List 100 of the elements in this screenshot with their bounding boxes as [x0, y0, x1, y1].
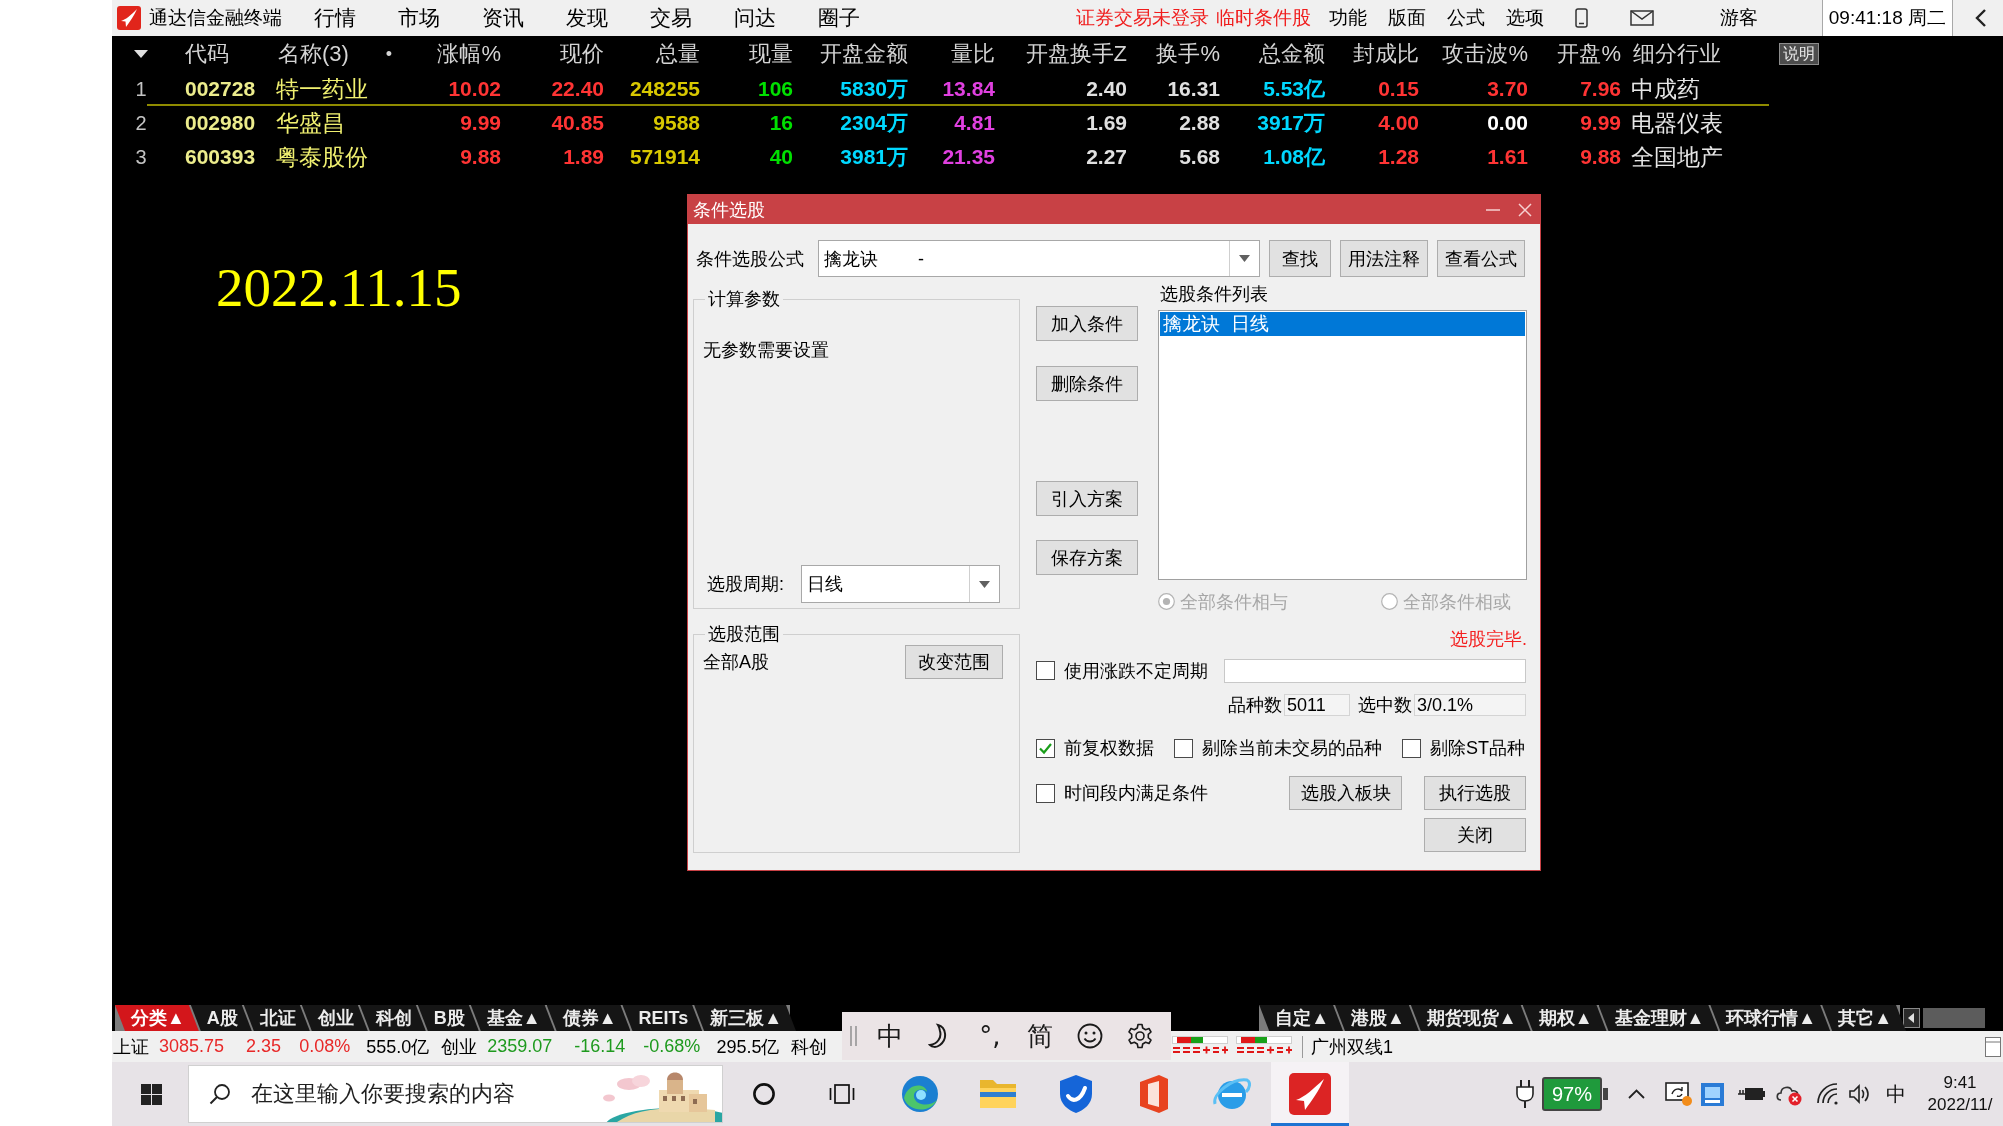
category-tab[interactable]: 基金理财▲ [1598, 1005, 1719, 1031]
menu-item[interactable]: 发现 [545, 0, 629, 36]
column-header[interactable]: 量比 [951, 39, 995, 69]
smiley-icon[interactable] [1077, 1023, 1103, 1049]
close-icon[interactable] [1517, 201, 1533, 218]
column-header[interactable]: 细分行业 [1633, 39, 1721, 69]
menu-item[interactable]: 资讯 [461, 0, 545, 36]
search-icon[interactable] [209, 1083, 231, 1105]
menu-item[interactable]: 选项 [1505, 0, 1544, 36]
formula-dropdown[interactable]: 擒龙诀 - [818, 240, 1260, 277]
condition-list[interactable]: 擒龙诀 日线 [1158, 310, 1527, 580]
scroll-left-icon[interactable] [1903, 1008, 1920, 1028]
swoosh-app-icon[interactable] [1289, 1073, 1331, 1115]
column-header[interactable]: 名称(3) [278, 39, 349, 69]
plug-icon[interactable] [1515, 1079, 1534, 1109]
checkbox-label: 使用涨跌不定周期 [1064, 659, 1208, 683]
checkbox[interactable] [1174, 738, 1193, 758]
table-cell: 106 [757, 77, 793, 101]
column-header[interactable]: 涨幅% [437, 39, 501, 69]
task-view-icon[interactable] [829, 1082, 855, 1106]
category-tab[interactable]: 其它▲ [1822, 1005, 1906, 1031]
dialog-button[interactable]: 选股入板块 [1289, 776, 1402, 810]
dropdown-triangle-icon[interactable] [134, 50, 148, 58]
close-button[interactable]: 关闭 [1424, 818, 1526, 852]
period-dropdown[interactable]: 日线 [801, 565, 1000, 603]
start-menu-icon[interactable] [141, 1083, 162, 1105]
column-header[interactable]: 代码 [185, 39, 229, 69]
punctuation-button[interactable]: °, [979, 1023, 1001, 1049]
quote-row[interactable]: 3 600393 粤泰股份 9.88 1.89 571914 40 3981万 21.35 2.27 5.68 1.08亿 1.28 1.61 9.88 全国地产 [112, 140, 2003, 174]
category-tab[interactable]: 港股▲ [1335, 1005, 1419, 1031]
dialog-button[interactable]: 改变范围 [905, 645, 1003, 679]
column-header[interactable]: 现量 [749, 39, 793, 69]
checkbox[interactable] [1036, 738, 1055, 758]
tile-icon[interactable] [1700, 1081, 1725, 1107]
ime-mode-button[interactable]: 中 [877, 1023, 903, 1049]
dialog-button[interactable]: 引入方案 [1036, 481, 1138, 516]
checkbox[interactable] [1036, 783, 1055, 803]
column-header[interactable]: 封成比 [1353, 39, 1419, 69]
quote-row[interactable]: 2 002980 华盛昌 9.99 40.85 9588 16 2304万 4.81 1.69 2.88 3917万 4.00 0.00 9.99 电器仪表 [112, 106, 2003, 140]
user-button[interactable]: 游客 [1719, 0, 1758, 36]
monitor-dot-icon[interactable] [1665, 1081, 1693, 1107]
column-header[interactable]: 现价 [560, 39, 604, 69]
menu-item[interactable]: 行情 [293, 0, 377, 36]
mail-icon[interactable] [1629, 10, 1654, 26]
wifi-icon[interactable] [1815, 1083, 1839, 1105]
swirl-browser-icon[interactable] [900, 1074, 940, 1114]
checkbox[interactable] [1402, 738, 1421, 758]
dialog-button[interactable]: 查找 [1269, 240, 1331, 277]
caret-down-icon[interactable] [1239, 255, 1250, 262]
dialog-button[interactable]: 加入条件 [1036, 306, 1138, 341]
scope-value: 全部A股 [703, 651, 769, 674]
dialog-button[interactable]: 保存方案 [1036, 540, 1138, 575]
shield-icon[interactable] [1058, 1074, 1094, 1114]
menu-item[interactable]: 功能 [1328, 0, 1367, 36]
chevron-left-icon[interactable] [1975, 8, 1987, 28]
dialog-button[interactable]: 执行选股 [1424, 776, 1526, 810]
folder-icon[interactable] [978, 1077, 1018, 1111]
speaker-icon[interactable] [1848, 1083, 1872, 1105]
menu-item[interactable]: 公式 [1446, 0, 1485, 36]
category-tab[interactable]: 环球行情▲ [1710, 1005, 1831, 1031]
date-note: 2022.11.15 [216, 260, 462, 315]
menu-item[interactable]: 交易 [629, 0, 713, 36]
window-icon[interactable] [1985, 1036, 2001, 1057]
category-tab[interactable]: 期货现货▲ [1410, 1005, 1531, 1031]
list-item[interactable]: 擒龙诀 日线 [1160, 312, 1525, 336]
dialog-button[interactable]: 查看公式 [1437, 240, 1525, 277]
checkbox[interactable] [1036, 661, 1055, 680]
column-header[interactable]: 开盘金额 [820, 39, 908, 69]
input-field[interactable] [1224, 658, 1526, 683]
menu-item[interactable]: 圈子 [797, 0, 881, 36]
tray-clock[interactable]: 9:41 2022/11/ [1920, 1072, 2000, 1116]
help-button[interactable]: 说明 [1779, 43, 1819, 65]
category-tab[interactable]: 分类▲ [115, 1005, 199, 1031]
menu-item[interactable]: 问达 [713, 0, 797, 36]
column-header[interactable]: 总金额 [1259, 39, 1325, 69]
app-logo-icon[interactable] [117, 6, 141, 30]
category-tab[interactable]: 新三板▲ [694, 1005, 796, 1031]
caret-up-icon[interactable] [1628, 1089, 1645, 1099]
search-field[interactable]: 在这里输入你要搜索的内容 [188, 1065, 723, 1123]
menu-item[interactable]: 市场 [377, 0, 461, 36]
dialog-button[interactable]: 用法注释 [1340, 240, 1428, 277]
dialog-button[interactable]: 删除条件 [1036, 366, 1138, 401]
status-link[interactable]: 临时条件股 [1215, 0, 1311, 36]
input-mode-button[interactable]: 中 [1886, 1080, 1906, 1108]
settings-icon[interactable] [1127, 1023, 1153, 1049]
ring-icon[interactable] [752, 1082, 776, 1106]
status-link[interactable]: 证券交易未登录 [1075, 0, 1209, 36]
scrollbar[interactable] [1923, 1008, 1985, 1028]
caret-down-icon[interactable] [979, 580, 990, 588]
phone-icon[interactable] [1574, 8, 1588, 28]
door-icon[interactable] [1137, 1074, 1171, 1114]
column-header[interactable]: 换手% [1156, 39, 1220, 69]
column-header[interactable]: 总量 [656, 39, 700, 69]
column-header[interactable]: 开盘% [1557, 39, 1621, 69]
column-header[interactable]: 攻击波% [1442, 39, 1528, 69]
column-header[interactable]: 开盘换手Z [1025, 39, 1127, 69]
script-button[interactable]: 简 [1027, 1023, 1053, 1049]
battery-plug-icon[interactable] [1738, 1086, 1765, 1102]
menu-item[interactable]: 版面 [1387, 0, 1426, 36]
grip-icon[interactable] [850, 1025, 857, 1047]
